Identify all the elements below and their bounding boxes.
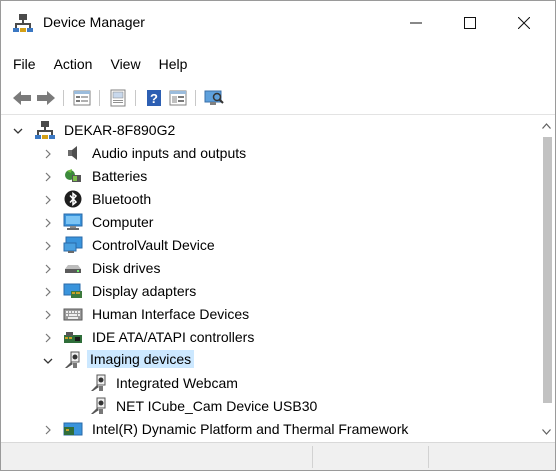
tree-item-label: Computer — [92, 214, 154, 230]
tree-item-label: Audio inputs and outputs — [92, 145, 247, 161]
help-button[interactable]: ? — [143, 87, 165, 109]
device-manager-window: Device Manager File Action View Help ? D… — [0, 0, 556, 471]
tree-item-bluetooth[interactable]: Bluetooth — [1, 188, 531, 211]
menu-file[interactable]: File — [1, 53, 45, 77]
forward-button[interactable] — [35, 87, 57, 109]
tree-item-audio[interactable]: Audio inputs and outputs — [1, 142, 531, 165]
close-button[interactable] — [501, 1, 547, 45]
tree-item-controlvault[interactable]: ControlVault Device — [1, 234, 531, 257]
tree-item-label: Imaging devices — [87, 350, 195, 368]
help-icon: ? — [147, 90, 161, 106]
battery-icon — [65, 169, 81, 182]
menu-view[interactable]: View — [101, 53, 149, 77]
tree-item-label: ControlVault Device — [92, 237, 215, 253]
tree-item-integrated-webcam[interactable]: Integrated Webcam — [1, 372, 531, 395]
tree-item-display-adapters[interactable]: Display adapters — [1, 280, 531, 303]
tree-root-label: DEKAR-8F890G2 — [64, 122, 176, 138]
toolbar-separator — [135, 90, 136, 106]
device-manager-app-icon — [13, 14, 33, 32]
scan-hardware-icon — [204, 90, 224, 105]
disk-drive-icon — [65, 265, 81, 273]
controlvault-icon — [63, 236, 83, 253]
chevron-down-icon — [542, 428, 551, 435]
properties-icon — [73, 90, 91, 106]
svg-text:?: ? — [150, 91, 158, 106]
camera-icon — [91, 374, 106, 391]
collapse-chevron-icon[interactable] — [12, 125, 24, 137]
toolbar-separator — [195, 90, 196, 106]
update-driver-button[interactable] — [107, 87, 129, 109]
back-button[interactable] — [11, 87, 33, 109]
expand-chevron-icon[interactable] — [42, 240, 54, 252]
scan-hardware-button[interactable] — [203, 87, 225, 109]
vertical-scrollbar[interactable] — [538, 115, 555, 442]
tree-item-imaging-devices[interactable]: Imaging devices — [1, 349, 531, 372]
close-icon — [518, 17, 530, 29]
expand-chevron-icon[interactable] — [42, 148, 54, 160]
tree-item-ide[interactable]: IDE ATA/ATAPI controllers — [1, 326, 531, 349]
toolbar: ? — [1, 81, 555, 115]
view-icon — [169, 90, 187, 106]
expand-chevron-icon[interactable] — [42, 424, 54, 436]
expand-chevron-icon[interactable] — [42, 332, 54, 344]
properties-button[interactable] — [71, 87, 93, 109]
scroll-up-button[interactable] — [538, 117, 555, 134]
scroll-down-button[interactable] — [538, 423, 555, 440]
display-adapter-icon — [63, 283, 82, 298]
tree-item-label: Display adapters — [92, 283, 197, 299]
device-tree[interactable]: DEKAR-8F890G2 Audio inputs and outputs B… — [1, 115, 555, 442]
camera-icon — [91, 397, 106, 414]
bluetooth-icon — [64, 190, 82, 208]
chevron-up-icon — [542, 122, 551, 129]
status-pane — [428, 446, 554, 468]
toolbar-separator — [63, 90, 64, 106]
status-pane — [312, 446, 428, 468]
minimize-icon — [410, 22, 422, 24]
speaker-icon — [68, 146, 77, 160]
menu-bar: File Action View Help — [1, 53, 555, 77]
computer-icon — [63, 213, 83, 230]
tree-item-label: Batteries — [92, 168, 148, 184]
minimize-button[interactable] — [393, 1, 439, 45]
ide-controller-icon — [64, 332, 82, 343]
tree-item-label: Intel(R) Dynamic Platform and Thermal Fr… — [92, 421, 409, 437]
tree-root[interactable]: DEKAR-8F890G2 — [1, 119, 531, 142]
expand-chevron-icon[interactable] — [42, 263, 54, 275]
view-button[interactable] — [167, 87, 189, 109]
tree-item-label: Human Interface Devices — [92, 306, 250, 322]
expand-chevron-icon[interactable] — [42, 194, 54, 206]
tree-item-label: NET ICube_Cam Device USB30 — [116, 398, 318, 414]
tree-item-label: Disk drives — [92, 260, 161, 276]
camera-icon — [65, 351, 80, 368]
tree-item-hid[interactable]: Human Interface Devices — [1, 303, 531, 326]
hid-icon — [63, 308, 83, 321]
expand-chevron-icon[interactable] — [42, 309, 54, 321]
menu-action[interactable]: Action — [45, 53, 102, 77]
title-bar[interactable]: Device Manager — [1, 1, 555, 45]
scrollbar-thumb[interactable] — [543, 137, 552, 403]
tree-item-label: Bluetooth — [92, 191, 152, 207]
status-bar — [1, 442, 555, 470]
toolbar-separator — [99, 90, 100, 106]
tree-item-label: Integrated Webcam — [116, 375, 238, 391]
tree-item-net-icube-cam[interactable]: NET ICube_Cam Device USB30 — [1, 395, 531, 418]
forward-icon — [37, 91, 55, 105]
tree-item-intel-dptf[interactable]: Intel(R) Dynamic Platform and Thermal Fr… — [1, 418, 531, 441]
menu-help[interactable]: Help — [150, 53, 197, 77]
tree-item-computer[interactable]: Computer — [1, 211, 531, 234]
expand-chevron-icon[interactable] — [42, 217, 54, 229]
maximize-button[interactable] — [447, 1, 493, 45]
collapse-chevron-icon[interactable] — [42, 355, 54, 367]
window-title: Device Manager — [43, 14, 145, 30]
chip-icon — [63, 422, 83, 436]
expand-chevron-icon[interactable] — [42, 286, 54, 298]
expand-chevron-icon[interactable] — [42, 171, 54, 183]
tree-item-batteries[interactable]: Batteries — [1, 165, 531, 188]
tree-item-disk-drives[interactable]: Disk drives — [1, 257, 531, 280]
maximize-icon — [464, 17, 476, 29]
computer-tree-icon — [35, 121, 55, 139]
tree-item-label: IDE ATA/ATAPI controllers — [92, 329, 255, 345]
back-icon — [13, 91, 31, 105]
update-driver-icon — [110, 89, 126, 107]
